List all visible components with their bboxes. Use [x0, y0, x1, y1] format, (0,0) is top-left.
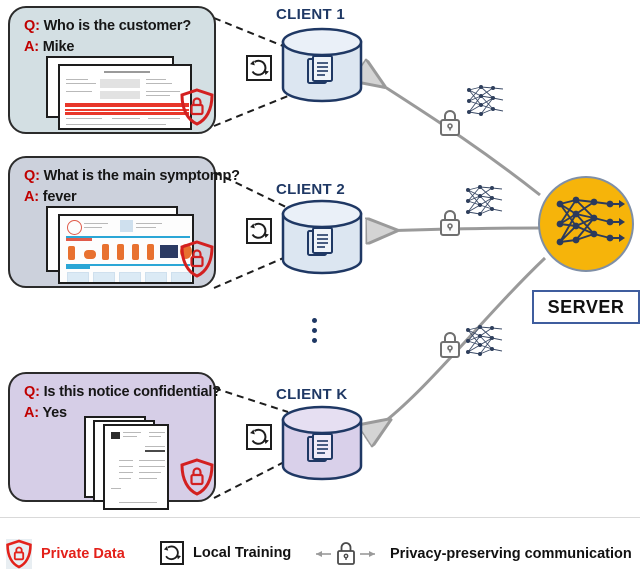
dashed-client2-bottom — [213, 255, 289, 289]
local-training-icon-k — [246, 424, 272, 450]
answer-text: Yes — [42, 405, 67, 421]
legend-label-local-training: Local Training — [193, 545, 292, 561]
client2-question: Q: What is the main symptomp? — [24, 168, 240, 184]
question-label: Q: — [24, 384, 40, 400]
shield-lock-icon — [180, 458, 214, 496]
client-data-box-k: Q: Is this notice confidential? A: Yes — [8, 372, 221, 510]
lock-icon-channel-k — [437, 330, 463, 360]
refresh-icon — [160, 541, 184, 565]
client1-question: Q: Who is the customer? — [24, 18, 191, 34]
ellipsis-dot — [312, 338, 317, 343]
answer-label: A: — [24, 39, 39, 55]
legend-item-local-training: Local Training — [160, 541, 291, 565]
client-data-box-1: Q: Who is the customer? A: Mike — [8, 6, 216, 134]
lock-icon-channel-2 — [437, 208, 463, 238]
client1-answer: A: Mike — [24, 39, 74, 55]
legend: Private Data Local Training Privacy-pres… — [0, 517, 640, 577]
dashed-client1-bottom — [213, 95, 289, 127]
neural-network-payload-1 — [465, 82, 507, 120]
legend-label-privacy-communication: Privacy-preserving communication — [390, 546, 632, 562]
question-text: Is this notice confidential? — [43, 384, 221, 400]
legend-divider — [0, 517, 640, 518]
lock-arrows-icon — [314, 541, 386, 567]
question-text: What is the main symptomp? — [43, 168, 240, 184]
federated-learning-diagram: Q: Who is the customer? A: Mike CLIENT 1… — [0, 0, 640, 577]
answer-label: A: — [24, 189, 39, 205]
ellipsis-dot — [312, 328, 317, 333]
lock-icon-channel-1 — [437, 108, 463, 138]
client-label-k: CLIENT K — [276, 386, 348, 403]
server-label-box: SERVER — [532, 290, 640, 324]
clientk-answer: A: Yes — [24, 405, 67, 421]
local-training-icon-2 — [246, 218, 272, 244]
document-stack-invoice — [46, 56, 192, 130]
neural-network-payload-k — [464, 322, 506, 360]
client-label-2: CLIENT 2 — [276, 181, 346, 198]
client-database-1 — [280, 27, 364, 103]
clientk-question: Q: Is this notice confidential? — [24, 384, 221, 400]
document-sheet-front — [58, 214, 194, 284]
client2-answer: A: fever — [24, 189, 77, 205]
client-database-k — [280, 405, 364, 481]
clients-continuation-ellipsis — [312, 318, 317, 343]
document-stack-infographic — [44, 206, 196, 286]
document-sheet-front — [58, 64, 192, 130]
legend-label-private-data: Private Data — [41, 546, 125, 562]
question-label: Q: — [24, 18, 40, 34]
shield-lock-icon — [180, 88, 214, 126]
client-database-2 — [280, 199, 364, 275]
legend-item-private-data: Private Data — [6, 539, 125, 569]
answer-text: Mike — [42, 39, 75, 55]
local-training-icon-1 — [246, 55, 272, 81]
answer-text: fever — [42, 189, 77, 205]
client-data-box-2: Q: What is the main symptomp? A: fever — [8, 156, 240, 288]
server-label: SERVER — [547, 296, 625, 317]
client-label-1: CLIENT 1 — [276, 6, 346, 23]
legend-item-privacy-communication: Privacy-preserving communication — [314, 541, 632, 567]
shield-lock-icon — [180, 240, 214, 278]
server-node — [538, 176, 634, 272]
shield-lock-icon — [6, 539, 32, 569]
neural-network-payload-2 — [464, 182, 506, 220]
document-sheet-front — [103, 424, 169, 510]
dashed-clientk-bottom — [213, 459, 289, 499]
question-label: Q: — [24, 168, 40, 184]
question-text: Who is the customer? — [43, 18, 192, 34]
answer-label: A: — [24, 405, 39, 421]
ellipsis-dot — [312, 318, 317, 323]
